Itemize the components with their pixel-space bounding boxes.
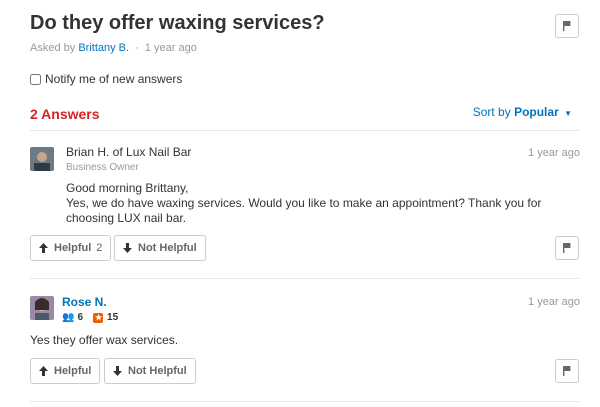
friends-count: 6 <box>77 312 84 323</box>
answerer-name[interactable]: Rose N. <box>62 295 107 309</box>
avatar[interactable] <box>30 296 54 320</box>
answer-text-line: Yes, we do have waxing services. Would y… <box>66 196 542 210</box>
answer-time: 1 year ago <box>528 296 580 308</box>
arrow-up-icon <box>39 243 48 253</box>
not-helpful-button[interactable]: Not Helpful <box>104 358 196 384</box>
answers-count: 2 Answers <box>30 106 100 122</box>
helpful-label: Helpful <box>54 365 92 377</box>
not-helpful-button[interactable]: Not Helpful <box>114 235 206 261</box>
flag-answer-button[interactable] <box>555 236 579 260</box>
divider <box>30 130 580 131</box>
helpful-button[interactable]: Helpful 2 <box>30 235 112 261</box>
avatar-photo-icon <box>30 296 54 320</box>
asked-by-prefix: Asked by <box>30 42 76 54</box>
divider <box>30 401 580 402</box>
helpful-label: Helpful <box>54 242 92 254</box>
question-meta: Asked by Brittany B. · 1 year ago <box>30 42 197 54</box>
not-helpful-label: Not Helpful <box>138 242 197 254</box>
caret-down-icon: ▼ <box>564 109 572 118</box>
notify-label: Notify me of new answers <box>45 72 183 86</box>
answer-time: 1 year ago <box>528 147 580 159</box>
sort-prefix: Sort by <box>472 105 511 119</box>
friends-icon: 👥 <box>62 312 75 323</box>
arrow-down-icon <box>123 243 132 253</box>
answer-text: Good morning Brittany, Yes, we do have w… <box>66 181 581 226</box>
arrow-down-icon <box>113 366 122 376</box>
answer-text-line: choosing LUX nail bar. <box>66 211 187 225</box>
flag-icon <box>563 21 571 31</box>
question-title: Do they offer waxing services? <box>30 12 325 34</box>
meta-separator: · <box>135 42 139 54</box>
not-helpful-label: Not Helpful <box>128 365 187 377</box>
answerer-role: Business Owner <box>66 162 139 173</box>
question-time: 1 year ago <box>144 42 197 54</box>
review-count: 15 <box>107 312 119 323</box>
sort-dropdown[interactable]: Sort by Popular ▼ <box>473 105 572 119</box>
flag-question-button[interactable] <box>555 14 579 38</box>
arrow-up-icon <box>39 366 48 376</box>
user-stats: 👥 6 ★ 15 <box>62 312 118 323</box>
notify-checkbox[interactable] <box>30 73 41 85</box>
flag-icon <box>563 366 571 376</box>
review-icon: ★ <box>93 312 104 323</box>
avatar-photo-icon <box>30 147 54 171</box>
helpful-button[interactable]: Helpful <box>30 358 101 384</box>
sort-value: Popular <box>514 105 559 119</box>
asker-link[interactable]: Brittany B. <box>78 42 129 54</box>
helpful-count: 2 <box>96 242 103 254</box>
flag-answer-button[interactable] <box>555 359 579 383</box>
answerer-name[interactable]: Brian H. of Lux Nail Bar <box>66 145 191 159</box>
flag-icon <box>563 243 571 253</box>
notify-option[interactable]: Notify me of new answers <box>30 72 182 86</box>
avatar[interactable] <box>30 147 54 171</box>
divider <box>30 278 580 279</box>
answer-text-line: Good morning Brittany, <box>66 181 189 195</box>
answer-text: Yes they offer wax services. <box>30 333 179 347</box>
